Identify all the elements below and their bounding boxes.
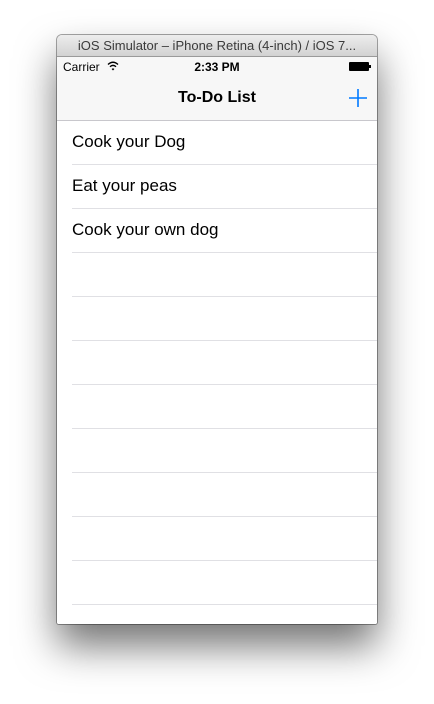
todo-list: Cook your Dog Eat your peas Cook your ow… [57,121,377,624]
list-item[interactable]: Cook your own dog [72,209,377,253]
list-item-label: Eat your peas [72,176,177,195]
window-title[interactable]: iOS Simulator – iPhone Retina (4-inch) /… [57,35,377,57]
empty-row [72,297,377,341]
empty-row [72,473,377,517]
navigation-bar: To-Do List [57,77,377,121]
plus-icon [349,89,367,107]
list-item-label: Cook your Dog [72,132,186,151]
add-item-button[interactable] [345,85,371,111]
empty-row [72,517,377,561]
empty-row [72,561,377,605]
page-title: To-Do List [178,89,256,106]
simulator-window: iOS Simulator – iPhone Retina (4-inch) /… [57,35,377,624]
empty-row [72,253,377,297]
list-item-label: Cook your own dog [72,220,219,239]
empty-row [72,385,377,429]
empty-row [72,429,377,473]
empty-row [72,341,377,385]
status-bar: Carrier 2:33 PM [57,57,377,77]
battery-icon [349,62,371,71]
list-item[interactable]: Cook your Dog [72,121,377,165]
desktop: iOS Simulator – iPhone Retina (4-inch) /… [0,0,434,704]
status-time: 2:33 PM [194,60,240,74]
list-item[interactable]: Eat your peas [72,165,377,209]
